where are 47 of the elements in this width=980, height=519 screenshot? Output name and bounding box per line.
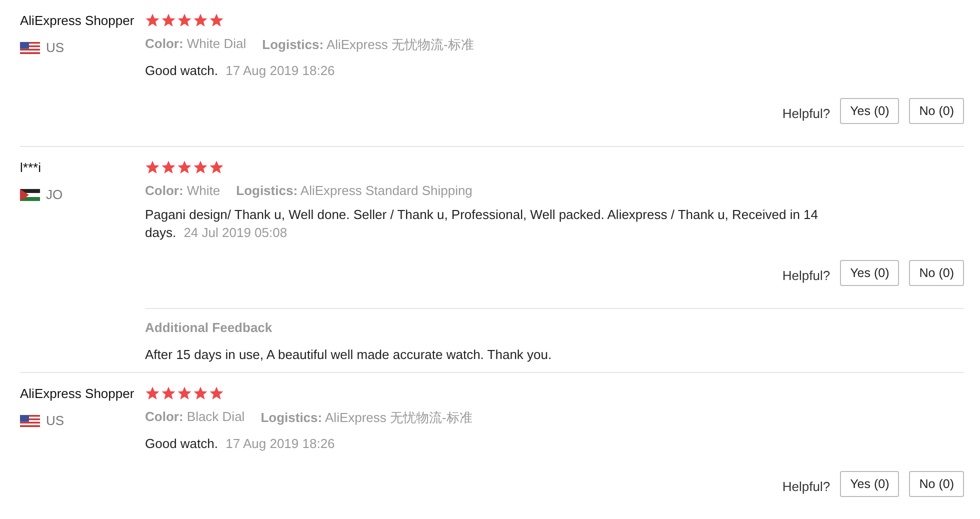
yes-button[interactable]: Yes (0) [840, 260, 900, 286]
review-date: 17 Aug 2019 18:26 [226, 436, 335, 451]
helpful-label: Helpful? [782, 106, 830, 120]
no-button[interactable]: No (0) [909, 471, 964, 497]
additional-feedback-title: Additional Feedback [145, 320, 274, 335]
helpful-label: Helpful? [782, 268, 830, 282]
star-icon [177, 13, 192, 28]
review-date: 17 Aug 2019 18:26 [226, 63, 335, 78]
country-code: JO [46, 187, 63, 202]
yes-button[interactable]: Yes (0) [840, 471, 900, 497]
reviewer-name: l***i [20, 160, 41, 175]
star-icon [161, 13, 176, 28]
star-icon [161, 160, 176, 175]
flag-icon [20, 414, 40, 426]
product-attribute: Color: White [145, 183, 220, 198]
star-icon [145, 386, 160, 401]
star-icon [209, 13, 224, 28]
flag-icon [20, 188, 40, 200]
star-icon [145, 160, 160, 175]
flag-icon [20, 42, 40, 54]
star-icon [177, 386, 192, 401]
star-icon [209, 160, 224, 175]
product-attribute: Color: Black Dial [145, 409, 245, 426]
star-icon [193, 13, 208, 28]
product-attribute: Logistics: AliExpress 无忧物流-标准 [260, 409, 472, 427]
no-button[interactable]: No (0) [909, 260, 964, 286]
helpful-label: Helpful? [782, 478, 830, 494]
country-code: US [46, 40, 64, 55]
star-icon [161, 386, 176, 401]
review-date: 24 Jul 2019 05:08 [184, 225, 288, 240]
country-code: US [46, 413, 64, 428]
product-attribute: Logistics: AliExpress Standard Shipping [236, 183, 472, 198]
review-text: Good watch. 17 Aug 2019 18:26 [145, 62, 336, 80]
feedback-text: After 15 days in use, A beautiful well made accurate watch. Thank you. [145, 347, 553, 362]
star-icon [209, 386, 224, 401]
product-attribute: Logistics: AliExpress 无忧物流-标准 [262, 36, 474, 54]
product-attribute: Color: White Dial [145, 36, 246, 53]
no-button[interactable]: No (0) [909, 98, 964, 124]
yes-button[interactable]: Yes (0) [840, 98, 900, 124]
review-text: Pagani design/ Thank u, Well done. Seller / Thank u, Professional, Well packed. Aliexpress / Thank u, Received in 14 days. 24 Jul 2019 05:08 [145, 206, 820, 242]
star-icon [145, 13, 160, 28]
reviewer-name: AliExpress Shopper [20, 386, 134, 401]
review-text: Good watch. 17 Aug 2019 18:26 [145, 435, 336, 453]
reviewer-name: AliExpress Shopper [20, 13, 134, 28]
star-icon [193, 160, 208, 175]
star-icon [177, 160, 192, 175]
star-icon [193, 386, 208, 401]
